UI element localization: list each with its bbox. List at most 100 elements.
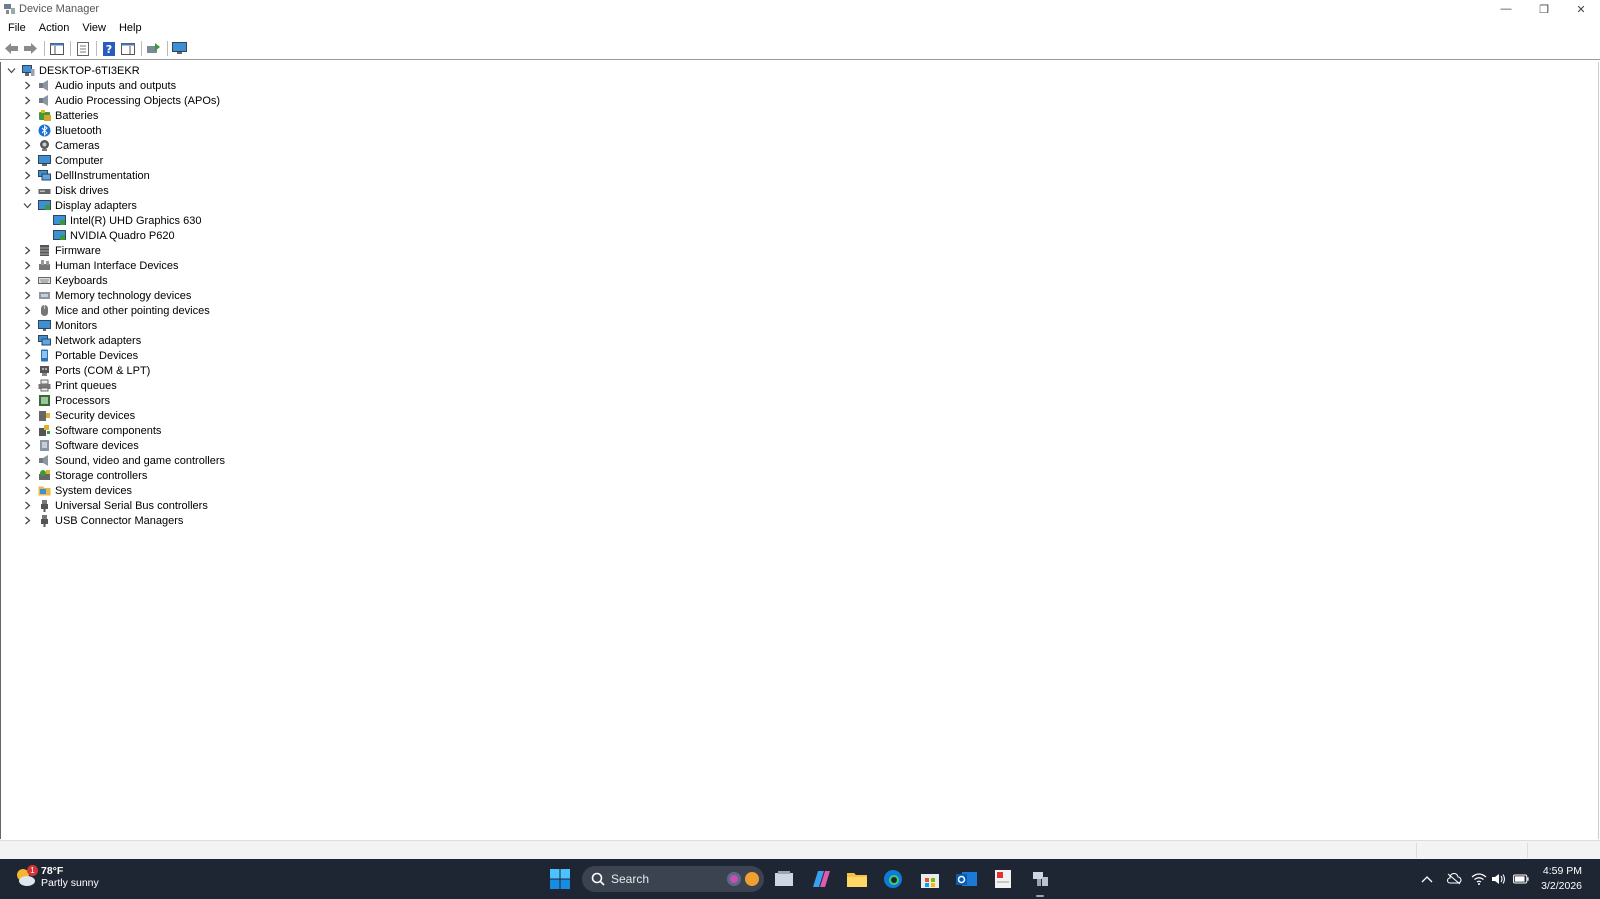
volume-icon[interactable] xyxy=(1491,871,1507,887)
tree-root[interactable]: DESKTOP-6TI3EKR xyxy=(6,63,140,78)
chevron-right-icon[interactable] xyxy=(22,426,32,436)
tree-category[interactable]: Computer xyxy=(22,153,103,168)
menu-help[interactable]: Help xyxy=(111,19,147,37)
tree-category[interactable]: Print queues xyxy=(22,378,117,393)
chevron-right-icon[interactable] xyxy=(22,411,32,421)
chevron-right-icon[interactable] xyxy=(22,516,32,526)
chevron-right-icon[interactable] xyxy=(22,456,32,466)
tree-category[interactable]: Monitors xyxy=(22,318,97,333)
tree-item-label: Audio inputs and outputs xyxy=(55,79,177,92)
tree-category[interactable]: Network adapters xyxy=(22,333,141,348)
tree-category[interactable]: Audio inputs and outputs xyxy=(22,78,176,93)
chevron-right-icon[interactable] xyxy=(22,501,32,511)
tree-category[interactable]: Cameras xyxy=(22,138,100,153)
tree-item-label: Computer xyxy=(55,154,104,167)
back-icon[interactable] xyxy=(3,40,20,57)
tree-category[interactable]: Display adapters xyxy=(22,198,137,213)
tree-category[interactable]: Storage controllers xyxy=(22,468,147,483)
device-tree: DESKTOP-6TI3EKR Audio inputs and outputs A… xyxy=(0,62,1599,839)
chevron-right-icon[interactable] xyxy=(22,126,32,136)
battery-icon[interactable] xyxy=(1513,871,1529,887)
chevron-right-icon[interactable] xyxy=(22,336,32,346)
snipping-tool-icon[interactable] xyxy=(991,867,1015,891)
chevron-right-icon[interactable] xyxy=(22,381,32,391)
tree-category[interactable]: Firmware xyxy=(22,243,101,258)
restore-button[interactable]: ❐ xyxy=(1525,0,1563,18)
help-icon[interactable]: ? xyxy=(100,40,117,57)
chevron-right-icon[interactable] xyxy=(22,171,32,181)
update-driver-icon[interactable] xyxy=(145,40,162,57)
chevron-up-icon[interactable] xyxy=(1419,871,1435,887)
tree-category[interactable]: Bluetooth xyxy=(22,123,101,138)
chevron-right-icon[interactable] xyxy=(22,96,32,106)
tree-device[interactable]: NVIDIA Quadro P620 xyxy=(53,228,175,243)
copilot-icon[interactable] xyxy=(809,867,833,891)
toolbar-separator xyxy=(44,41,45,56)
chevron-down-icon[interactable] xyxy=(22,201,32,211)
task-view-icon[interactable] xyxy=(772,867,796,891)
show-hide-console-tree-icon[interactable] xyxy=(48,40,65,57)
chevron-right-icon[interactable] xyxy=(22,81,32,91)
chevron-right-icon[interactable] xyxy=(22,246,32,256)
chevron-right-icon[interactable] xyxy=(22,366,32,376)
chevron-right-icon[interactable] xyxy=(22,291,32,301)
tree-category[interactable]: Keyboards xyxy=(22,273,108,288)
tree-device[interactable]: Intel(R) UHD Graphics 630 xyxy=(53,213,201,228)
edge-icon[interactable] xyxy=(881,867,905,891)
chevron-right-icon[interactable] xyxy=(22,321,32,331)
menu-action[interactable]: Action xyxy=(31,19,75,37)
minimize-button[interactable]: — xyxy=(1487,0,1525,18)
tree-category[interactable]: DellInstrumentation xyxy=(22,168,150,183)
tree-category[interactable]: Audio Processing Objects (APOs) xyxy=(22,93,220,108)
chevron-right-icon[interactable] xyxy=(22,141,32,151)
clock[interactable]: 4:59 PM 3/2/2026 xyxy=(1541,864,1582,894)
start-icon[interactable] xyxy=(548,867,572,891)
tree-category[interactable]: Software components xyxy=(22,423,161,438)
close-button[interactable]: ✕ xyxy=(1562,0,1600,18)
chevron-right-icon[interactable] xyxy=(22,111,32,121)
chevron-right-icon[interactable] xyxy=(22,486,32,496)
tree-category[interactable]: Sound, video and game controllers xyxy=(22,453,225,468)
action-pane-icon[interactable] xyxy=(119,40,136,57)
forward-icon[interactable] xyxy=(22,40,39,57)
tree-category[interactable]: Mice and other pointing devices xyxy=(22,303,210,318)
store-icon[interactable] xyxy=(918,867,942,891)
tree-category[interactable]: Human Interface Devices xyxy=(22,258,179,273)
taskbar-search[interactable]: Search xyxy=(582,866,764,892)
chevron-right-icon[interactable] xyxy=(22,471,32,481)
tree-category[interactable]: Disk drives xyxy=(22,183,109,198)
chevron-right-icon[interactable] xyxy=(22,261,32,271)
chevron-right-icon[interactable] xyxy=(22,441,32,451)
tree-category[interactable]: System devices xyxy=(22,483,132,498)
chevron-right-icon[interactable] xyxy=(22,276,32,286)
file-explorer-icon[interactable] xyxy=(845,867,869,891)
chevron-right-icon[interactable] xyxy=(22,306,32,316)
properties-icon[interactable] xyxy=(74,40,91,57)
tree-category[interactable]: Universal Serial Bus controllers xyxy=(22,498,208,513)
tree-category[interactable]: Software devices xyxy=(22,438,139,453)
tree-category[interactable]: USB Connector Managers xyxy=(22,513,183,528)
tree-category[interactable]: Ports (COM & LPT) xyxy=(22,363,150,378)
chevron-right-icon[interactable] xyxy=(22,396,32,406)
tree-category[interactable]: Batteries xyxy=(22,108,98,123)
tree-item-label: Batteries xyxy=(55,109,99,122)
chevron-right-icon[interactable] xyxy=(22,351,32,361)
tree-category[interactable]: Security devices xyxy=(22,408,135,423)
chevron-down-icon[interactable] xyxy=(6,66,16,76)
chevron-right-icon[interactable] xyxy=(22,156,32,166)
tree-category[interactable]: Portable Devices xyxy=(22,348,138,363)
cloud-off-icon[interactable] xyxy=(1446,871,1462,887)
speaker-icon xyxy=(38,79,51,92)
weather-widget[interactable]: 1 78°F Partly sunny xyxy=(14,865,99,889)
tree-category[interactable]: Memory technology devices xyxy=(22,288,191,303)
menu-file[interactable]: File xyxy=(0,19,31,37)
wifi-icon[interactable] xyxy=(1471,871,1487,887)
outlook-icon[interactable] xyxy=(955,867,979,891)
menu-view[interactable]: View xyxy=(74,19,111,37)
tree-item-label: Disk drives xyxy=(55,184,109,197)
tree-category[interactable]: Processors xyxy=(22,393,110,408)
scan-hardware-changes-icon[interactable] xyxy=(171,40,188,57)
chevron-right-icon[interactable] xyxy=(22,186,32,196)
status-bar xyxy=(0,840,1600,860)
device-manager-icon[interactable] xyxy=(1028,867,1052,891)
